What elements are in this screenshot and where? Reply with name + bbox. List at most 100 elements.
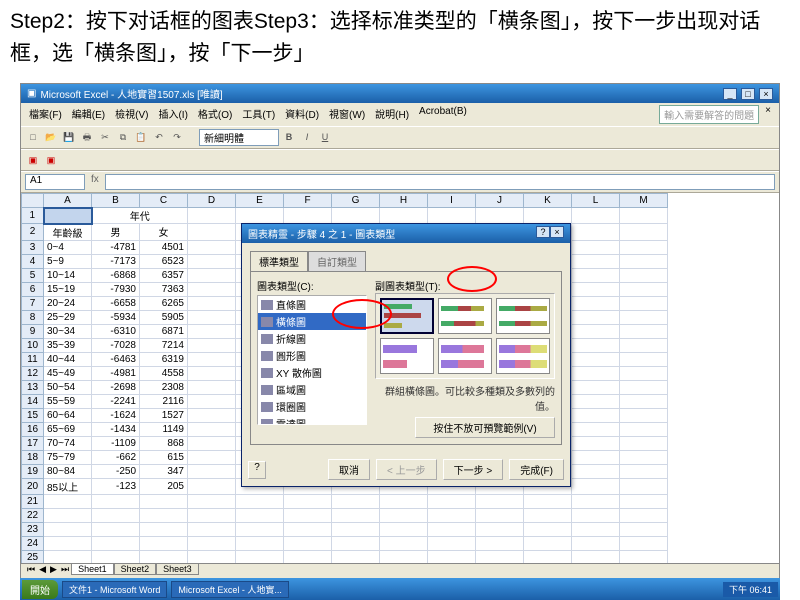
row-header[interactable]: 25 xyxy=(22,550,44,563)
row-header[interactable]: 19 xyxy=(22,464,44,478)
tab-nav-prev[interactable]: ◀ xyxy=(37,564,48,575)
finish-button[interactable]: 完成(F) xyxy=(509,459,564,480)
undo-icon[interactable]: ↶ xyxy=(151,129,167,145)
chart-type-item[interactable]: 橫條圖 xyxy=(258,313,366,330)
tab-nav-next[interactable]: ▶ xyxy=(48,564,59,575)
subtype-3[interactable] xyxy=(496,298,550,334)
start-button[interactable]: 開始 xyxy=(22,580,58,599)
col-header[interactable]: G xyxy=(332,194,380,208)
help-search-input[interactable]: 輸入需要解答的問題 xyxy=(659,105,759,124)
minimize-button[interactable]: _ xyxy=(723,88,737,100)
worksheet[interactable]: ABCDEFGHIJKLM1年代2年齡級男女30~4-4781450145~9-… xyxy=(21,193,779,563)
next-button[interactable]: 下一步 > xyxy=(443,459,504,480)
chart-type-list[interactable]: 直條圖橫條圖折線圖圓形圖XY 散佈圖區域圖環圈圖雷達圖曲面圖泡泡圖 xyxy=(257,295,367,425)
row-header[interactable]: 18 xyxy=(22,450,44,464)
open-icon[interactable]: 📂 xyxy=(43,129,59,145)
row-header[interactable]: 23 xyxy=(22,522,44,536)
redo-icon[interactable]: ↷ xyxy=(169,129,185,145)
row-header[interactable]: 3 xyxy=(22,240,44,254)
row-header[interactable]: 16 xyxy=(22,422,44,436)
paste-icon[interactable]: 📋 xyxy=(133,129,149,145)
row-header[interactable]: 4 xyxy=(22,254,44,268)
col-header[interactable]: F xyxy=(284,194,332,208)
fx-icon[interactable]: fx xyxy=(87,174,103,190)
row-header[interactable]: 11 xyxy=(22,352,44,366)
font-name[interactable]: 新細明體 xyxy=(199,129,279,146)
row-header[interactable]: 15 xyxy=(22,408,44,422)
row-header[interactable]: 22 xyxy=(22,508,44,522)
subtype-6[interactable] xyxy=(496,338,550,374)
new-icon[interactable]: □ xyxy=(25,129,41,145)
row-header[interactable]: 2 xyxy=(22,224,44,241)
menu-edit[interactable]: 編輯(E) xyxy=(68,105,109,124)
tab-custom[interactable]: 自訂類型 xyxy=(308,251,366,271)
row-header[interactable]: 21 xyxy=(22,494,44,508)
pdf-icon[interactable]: ▣ xyxy=(25,152,41,168)
close-button[interactable]: × xyxy=(759,88,773,100)
doc-close-button[interactable]: × xyxy=(761,105,775,124)
col-header[interactable]: B xyxy=(92,194,140,208)
menu-format[interactable]: 格式(O) xyxy=(194,105,236,124)
name-box[interactable]: A1 xyxy=(25,174,85,190)
col-header[interactable]: C xyxy=(140,194,188,208)
formula-input[interactable] xyxy=(105,174,775,190)
chart-type-item[interactable]: XY 散佈圖 xyxy=(258,364,366,381)
taskbar-word[interactable]: 文件1 - Microsoft Word xyxy=(62,581,167,598)
col-header[interactable]: J xyxy=(476,194,524,208)
row-header[interactable]: 9 xyxy=(22,324,44,338)
chart-type-item[interactable]: 圓形圖 xyxy=(258,347,366,364)
sheet-tab-2[interactable]: Sheet2 xyxy=(114,564,157,575)
italic-icon[interactable]: I xyxy=(299,129,315,145)
dialog-help-icon[interactable]: ? xyxy=(248,461,266,479)
cut-icon[interactable]: ✂ xyxy=(97,129,113,145)
bold-icon[interactable]: B xyxy=(281,129,297,145)
row-header[interactable]: 13 xyxy=(22,380,44,394)
sheet-tab-1[interactable]: Sheet1 xyxy=(71,564,114,575)
col-header[interactable]: L xyxy=(572,194,620,208)
col-header[interactable]: K xyxy=(524,194,572,208)
menu-insert[interactable]: 插入(I) xyxy=(154,105,191,124)
pdf2-icon[interactable]: ▣ xyxy=(43,152,59,168)
row-header[interactable]: 12 xyxy=(22,366,44,380)
row-header[interactable]: 1 xyxy=(22,208,44,224)
menu-help[interactable]: 說明(H) xyxy=(371,105,413,124)
dialog-close-button[interactable]: × xyxy=(550,226,564,238)
menu-tools[interactable]: 工具(T) xyxy=(238,105,279,124)
subtype-5[interactable] xyxy=(438,338,492,374)
col-header[interactable]: A xyxy=(44,194,92,208)
row-header[interactable]: 10 xyxy=(22,338,44,352)
menu-view[interactable]: 檢視(V) xyxy=(111,105,152,124)
chart-type-item[interactable]: 直條圖 xyxy=(258,296,366,313)
subtype-2[interactable] xyxy=(438,298,492,334)
save-icon[interactable]: 💾 xyxy=(61,129,77,145)
col-header[interactable]: E xyxy=(236,194,284,208)
menu-window[interactable]: 視窗(W) xyxy=(325,105,369,124)
row-header[interactable]: 20 xyxy=(22,478,44,494)
underline-icon[interactable]: U xyxy=(317,129,333,145)
print-icon[interactable]: 🖶 xyxy=(79,129,95,145)
menu-acrobat[interactable]: Acrobat(B) xyxy=(415,105,471,124)
maximize-button[interactable]: □ xyxy=(741,88,755,100)
sheet-tab-3[interactable]: Sheet3 xyxy=(156,564,199,575)
subtype-1[interactable] xyxy=(380,298,434,334)
row-header[interactable]: 17 xyxy=(22,436,44,450)
preview-button[interactable]: 按住不放可預覽範例(V) xyxy=(415,417,555,438)
row-header[interactable]: 7 xyxy=(22,296,44,310)
copy-icon[interactable]: ⧉ xyxy=(115,129,131,145)
row-header[interactable]: 6 xyxy=(22,282,44,296)
tab-standard[interactable]: 標準類型 xyxy=(250,251,308,271)
col-header[interactable]: I xyxy=(428,194,476,208)
tab-nav-first[interactable]: ⏮ xyxy=(25,564,37,575)
taskbar-excel[interactable]: Microsoft Excel - 人地實... xyxy=(171,581,289,598)
col-header[interactable]: D xyxy=(188,194,236,208)
row-header[interactable]: 24 xyxy=(22,536,44,550)
row-header[interactable]: 14 xyxy=(22,394,44,408)
chart-type-item[interactable]: 環圈圖 xyxy=(258,398,366,415)
chart-type-item[interactable]: 折線圖 xyxy=(258,330,366,347)
chart-type-item[interactable]: 區域圖 xyxy=(258,381,366,398)
row-header[interactable]: 5 xyxy=(22,268,44,282)
col-header[interactable]: H xyxy=(380,194,428,208)
chart-type-item[interactable]: 雷達圖 xyxy=(258,415,366,425)
dialog-help-button[interactable]: ? xyxy=(536,226,550,238)
menu-data[interactable]: 資料(D) xyxy=(281,105,323,124)
